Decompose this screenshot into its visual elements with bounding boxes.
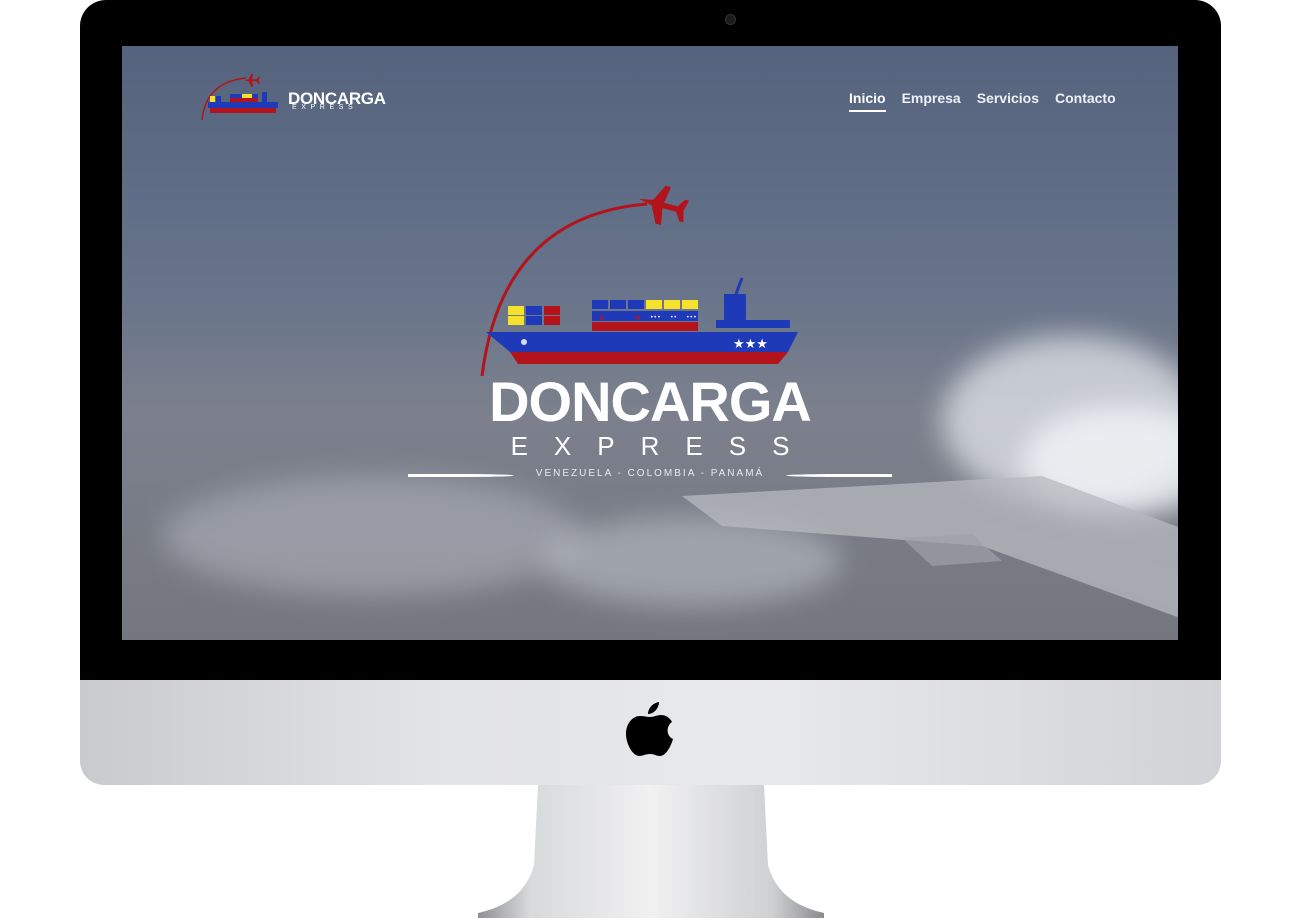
header-brand-sub: EXPRESS (292, 104, 358, 111)
svg-text:•••: ••• (686, 314, 697, 321)
svg-text:••: •• (670, 314, 677, 321)
svg-text:★★★: ★★★ (733, 337, 768, 352)
airplane-wing (682, 476, 1178, 618)
nav-servicios[interactable]: Servicios (977, 90, 1039, 112)
camera-icon (725, 14, 736, 25)
apple-logo-icon (626, 702, 673, 756)
cloud-bg (162, 476, 582, 596)
svg-text:★: ★ (634, 313, 641, 322)
nav-inicio[interactable]: Inicio (849, 90, 886, 112)
hero-tagline: VENEZUELA - COLOMBIA - PANAMÁ (535, 468, 765, 479)
hero-logo-art: ★ ★ ••• •• ••• ★★★ (480, 185, 798, 377)
svg-text:★: ★ (598, 313, 605, 322)
imac-stand (478, 785, 824, 918)
main-nav: Inicio Empresa Servicios Contacto (849, 90, 1116, 112)
nav-empresa[interactable]: Empresa (902, 90, 961, 112)
tagline-divider-right (786, 474, 892, 477)
hero-brand-sub: EXPRESS (510, 431, 816, 461)
hero-tagline-row: VENEZUELA - COLOMBIA - PANAMÁ (408, 466, 892, 484)
svg-text:•••: ••• (650, 314, 661, 321)
hero-brand-name: DONCARGA (489, 370, 812, 433)
website-screen: DONCARGA EXPRESS Inicio Empresa Servicio… (122, 46, 1178, 640)
cargo-ship-icon: ★ ★ ••• •• ••• ★★★ (486, 277, 798, 364)
tagline-divider-left (408, 474, 514, 477)
nav-contacto[interactable]: Contacto (1055, 90, 1116, 112)
